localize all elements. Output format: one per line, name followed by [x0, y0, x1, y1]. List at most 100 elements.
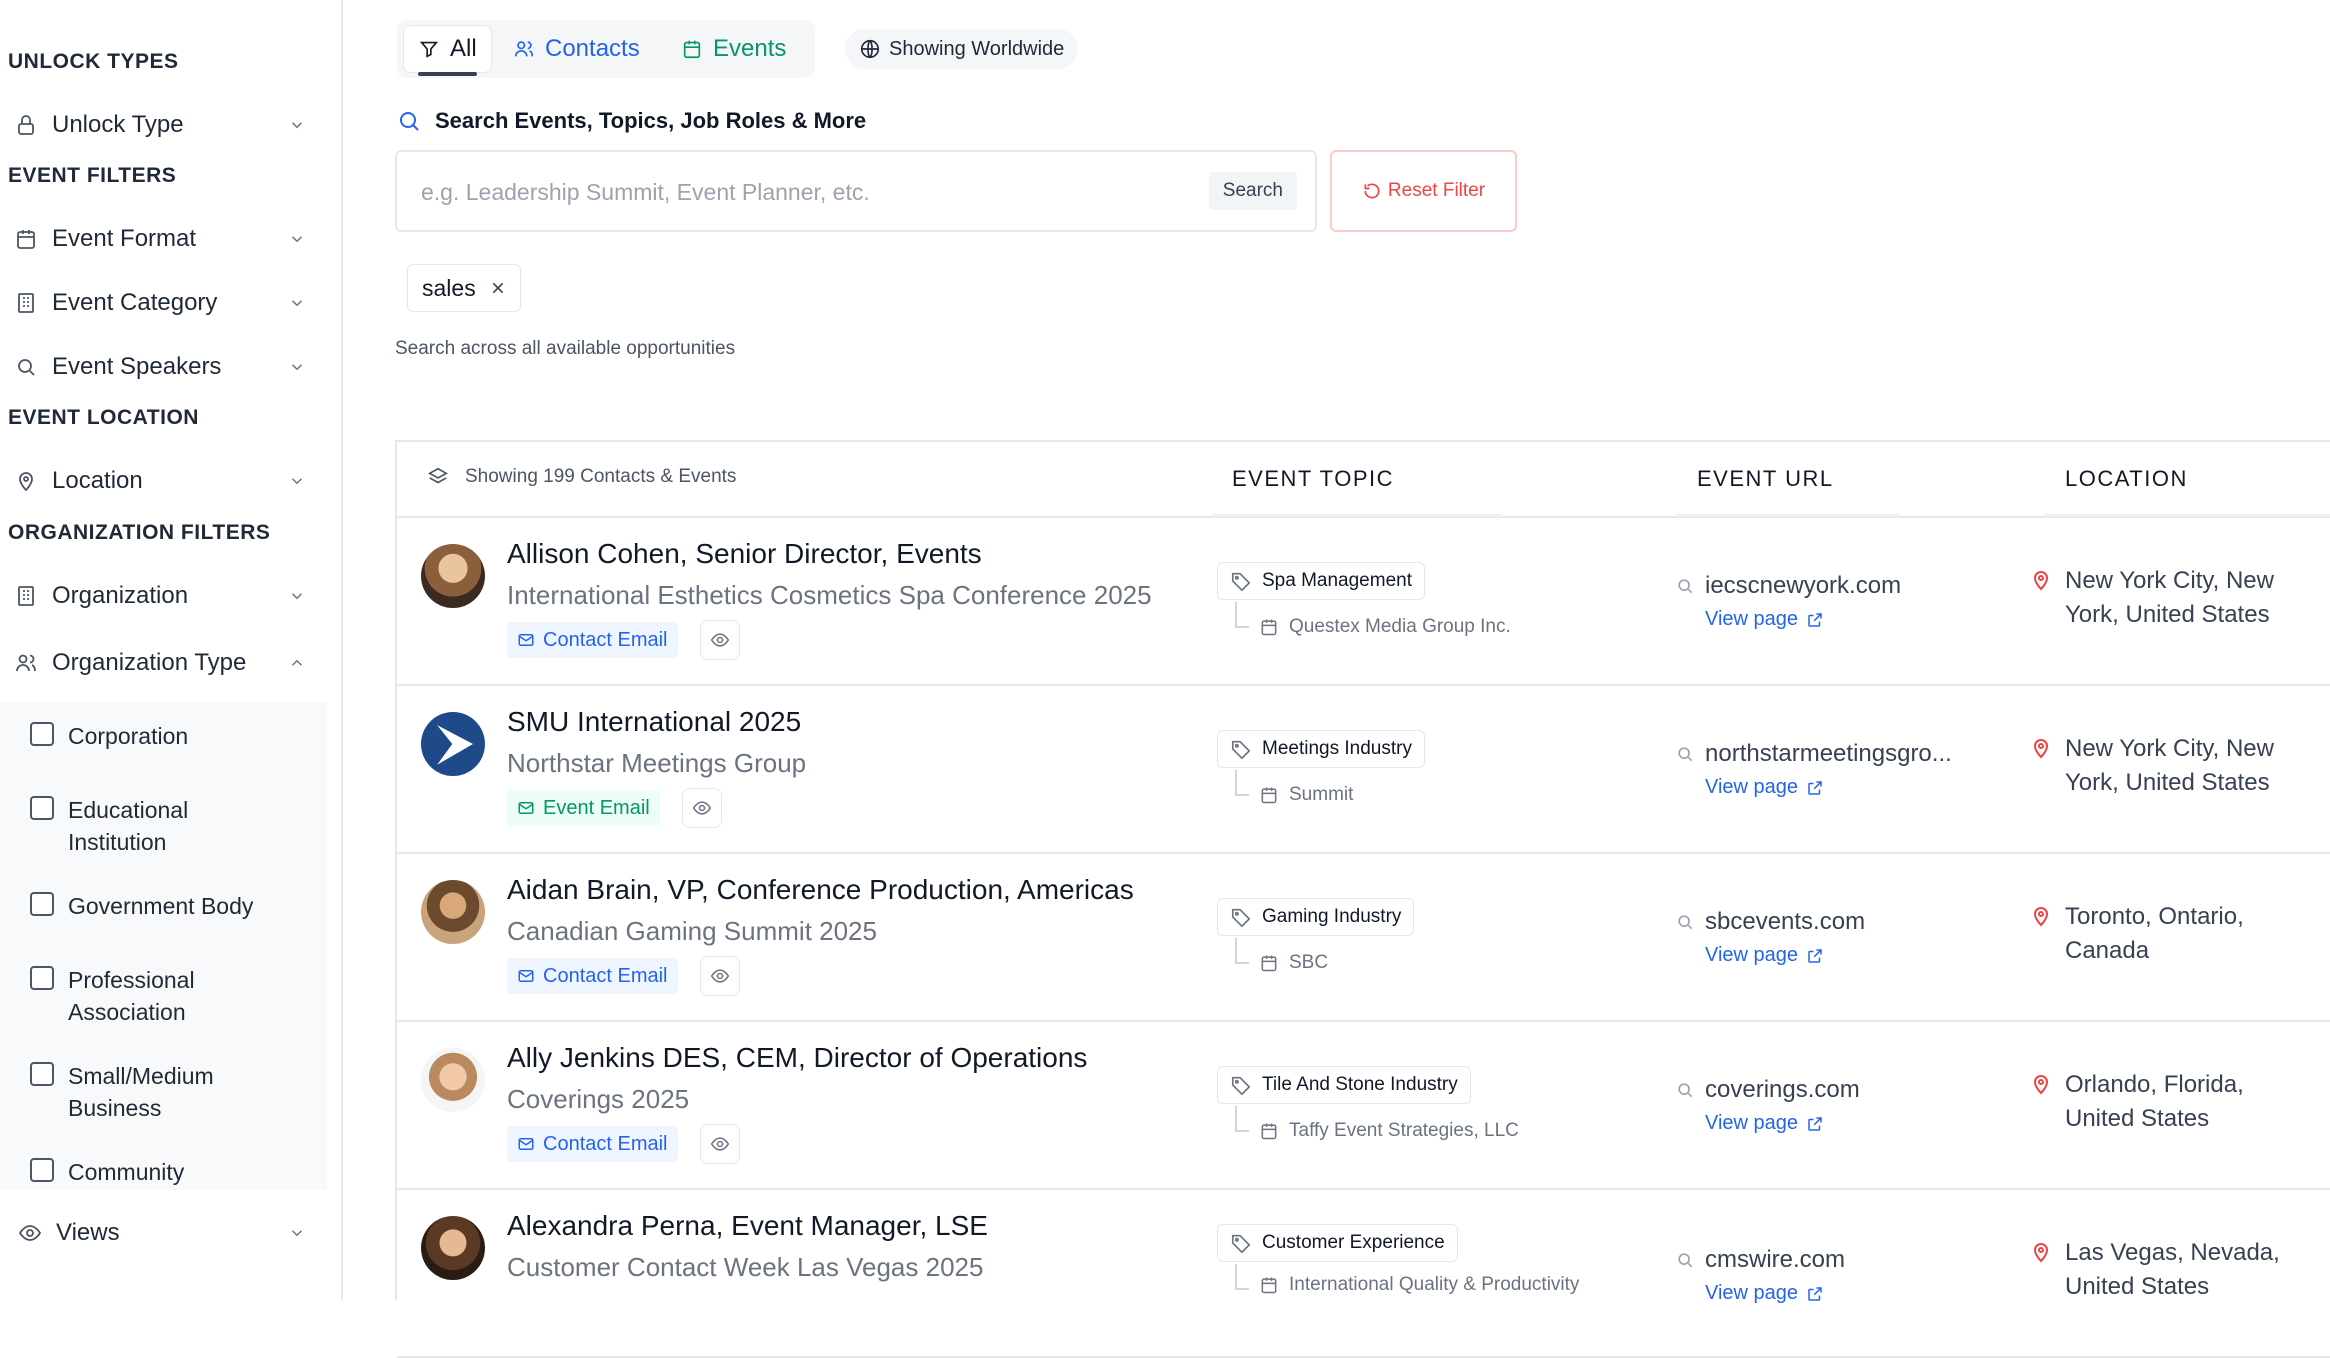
- table-row[interactable]: SMU International 2025 Northstar Meeting…: [397, 686, 2330, 854]
- contact-name[interactable]: Aidan Brain, VP, Conference Production, …: [507, 874, 1134, 906]
- view-page-link[interactable]: View page: [1705, 776, 1824, 799]
- search-icon: [1678, 579, 1693, 594]
- avatar: [421, 1048, 485, 1112]
- view-page-link[interactable]: View page: [1705, 944, 1824, 967]
- avatar: [421, 712, 485, 776]
- topic-label: Spa Management: [1262, 570, 1412, 591]
- view-page-link[interactable]: View page: [1705, 608, 1824, 631]
- filter-event-format[interactable]: Event Format: [14, 219, 314, 259]
- organization-type-options: Corporation Educational Institution Gove…: [0, 702, 327, 1190]
- worldwide-toggle[interactable]: Showing Worldwide: [845, 29, 1079, 69]
- filter-views[interactable]: Views: [14, 1213, 314, 1253]
- organizer-label: International Quality & Productivity: [1289, 1274, 1580, 1295]
- table-row[interactable]: Alexandra Perna, Event Manager, LSE Cust…: [397, 1190, 2330, 1358]
- view-details-button[interactable]: [700, 1124, 740, 1164]
- search-input[interactable]: [421, 174, 1181, 210]
- view-page-link[interactable]: View page: [1705, 1112, 1824, 1135]
- tab-contacts[interactable]: Contacts: [499, 25, 654, 73]
- filter-location[interactable]: Location: [14, 461, 314, 501]
- location-text: Toronto, Ontario, Canada: [2065, 903, 2244, 964]
- checkbox[interactable]: [30, 1062, 54, 1086]
- location-cell: Toronto, Ontario, Canada: [2029, 900, 2289, 968]
- tab-label: Contacts: [545, 35, 640, 62]
- topic-label: Tile And Stone Industry: [1262, 1074, 1458, 1095]
- option-educational-institution[interactable]: Educational Institution: [30, 794, 268, 858]
- option-small-medium-business[interactable]: Small/Medium Business: [30, 1060, 268, 1124]
- topic-tag: Gaming Industry: [1217, 898, 1415, 936]
- contact-name[interactable]: Allison Cohen, Senior Director, Events: [507, 538, 982, 570]
- users-icon: [514, 41, 534, 57]
- building-icon: [18, 586, 34, 606]
- table-row[interactable]: Aidan Brain, VP, Conference Production, …: [397, 854, 2330, 1022]
- checkbox[interactable]: [30, 966, 54, 990]
- checkbox[interactable]: [30, 722, 54, 746]
- search-button[interactable]: Search: [1208, 172, 1297, 210]
- tree-connector: [1235, 770, 1249, 796]
- mail-icon: [518, 1138, 534, 1150]
- search-chip: sales: [407, 264, 521, 312]
- filter-label: Event Category: [52, 289, 218, 316]
- tree-connector: [1235, 1106, 1249, 1132]
- view-details-button[interactable]: [700, 956, 740, 996]
- topic-label: Customer Experience: [1262, 1232, 1445, 1253]
- contact-name[interactable]: Ally Jenkins DES, CEM, Director of Opera…: [507, 1042, 1087, 1074]
- view-details-button[interactable]: [700, 620, 740, 660]
- view-page-link[interactable]: View page: [1705, 1282, 1824, 1305]
- filter-label: Views: [56, 1219, 120, 1246]
- option-label: Professional Association: [68, 967, 195, 1025]
- event-url: sbcevents.com: [1675, 908, 1865, 936]
- tab-events[interactable]: Events: [667, 25, 800, 73]
- option-corporation[interactable]: Corporation: [30, 720, 268, 752]
- reset-label: Reset Filter: [1387, 180, 1486, 201]
- event-email-button[interactable]: Event Email: [507, 790, 660, 826]
- tree-connector: [1235, 602, 1249, 628]
- section-organization-filters: ORGANIZATION FILTERS: [8, 521, 271, 544]
- view-page-label: View page: [1705, 1112, 1799, 1134]
- event-name: International Esthetics Cosmetics Spa Co…: [507, 580, 1152, 610]
- search-box: Search: [395, 150, 1317, 232]
- contact-email-button[interactable]: Contact Email: [507, 958, 678, 994]
- view-details-button[interactable]: [682, 788, 722, 828]
- option-professional-association[interactable]: Professional Association: [30, 964, 268, 1028]
- calendar-icon: [1261, 787, 1277, 804]
- tag-icon: [1231, 1076, 1251, 1096]
- external-link-icon: [1808, 948, 1822, 963]
- contact-name[interactable]: Alexandra Perna, Event Manager, LSE: [507, 1210, 988, 1242]
- location-text: New York City, New York, United States: [2065, 735, 2274, 796]
- eye-icon: [710, 1137, 730, 1151]
- external-link-icon: [1808, 612, 1822, 627]
- filter-event-category[interactable]: Event Category: [14, 283, 314, 323]
- calendar-icon: [1261, 955, 1277, 972]
- tab-all[interactable]: All: [403, 25, 492, 76]
- map-pin-icon: [2033, 1075, 2049, 1095]
- chevron-down-icon: [291, 1230, 303, 1237]
- view-page-label: View page: [1705, 776, 1799, 798]
- contact-email-button[interactable]: Contact Email: [507, 1126, 678, 1162]
- filter-event-speakers[interactable]: Event Speakers: [14, 347, 314, 387]
- chevron-down-icon: [291, 593, 303, 600]
- option-label: Corporation: [68, 723, 189, 749]
- map-pin-icon: [19, 472, 33, 492]
- filter-organization[interactable]: Organization: [14, 576, 314, 616]
- location-cell: Orlando, Florida, United States: [2029, 1068, 2289, 1136]
- event-title[interactable]: SMU International 2025: [507, 706, 801, 738]
- filter-unlock-type[interactable]: Unlock Type: [14, 105, 314, 145]
- event-format: Summit: [1259, 784, 1353, 806]
- option-government-body[interactable]: Government Body: [30, 890, 268, 922]
- table-row[interactable]: Allison Cohen, Senior Director, Events I…: [397, 518, 2330, 686]
- checkbox[interactable]: [30, 892, 54, 916]
- contact-email-button[interactable]: Contact Email: [507, 622, 678, 658]
- search-icon: [1678, 1083, 1693, 1098]
- close-icon[interactable]: [490, 280, 506, 296]
- organization-name: Northstar Meetings Group: [507, 748, 807, 778]
- checkbox[interactable]: [30, 796, 54, 820]
- option-community[interactable]: Community: [30, 1156, 268, 1188]
- reset-filter-button[interactable]: Reset Filter: [1330, 150, 1517, 232]
- filter-label: Location: [52, 467, 143, 494]
- main-content: All Contacts Events Showing Worldwide Se…: [345, 0, 2330, 1358]
- users-icon: [16, 654, 36, 672]
- filter-organization-type[interactable]: Organization Type: [14, 643, 314, 683]
- table-row[interactable]: Ally Jenkins DES, CEM, Director of Opera…: [397, 1022, 2330, 1190]
- checkbox[interactable]: [30, 1158, 54, 1182]
- topic-label: Meetings Industry: [1262, 738, 1412, 759]
